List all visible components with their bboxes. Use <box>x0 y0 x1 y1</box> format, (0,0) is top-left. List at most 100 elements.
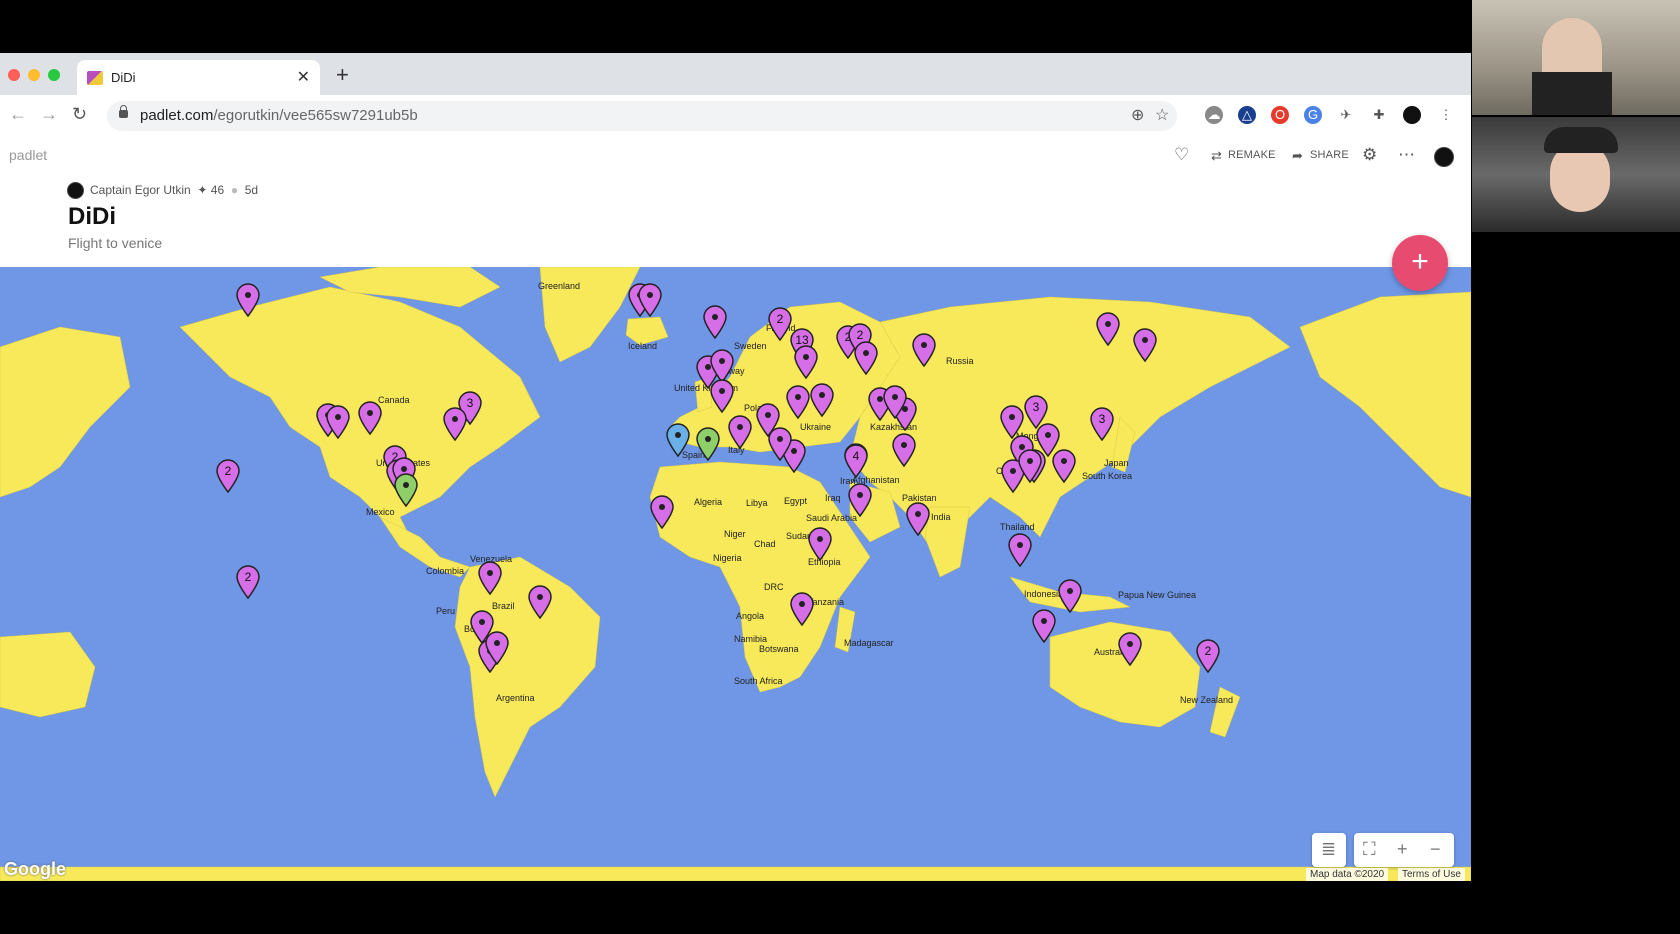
google-logo: Google <box>4 859 66 879</box>
map-label-drc: DRC <box>764 582 784 592</box>
video-participant-1 <box>1472 0 1680 115</box>
browser-menu-icon[interactable]: ⋮ <box>1437 106 1455 124</box>
map-pin-icon <box>478 561 502 595</box>
pin-count: 2 <box>856 328 864 342</box>
extensions-puzzle-icon[interactable]: ✚ <box>1370 106 1388 124</box>
tab-didi[interactable]: DiDi ✕ <box>77 60 320 95</box>
map-label-russia: Russia <box>946 356 974 366</box>
map-pin[interactable] <box>1132 328 1158 362</box>
map-label-chad: Chad <box>754 539 776 549</box>
more-icon[interactable]: ⋯ <box>1398 145 1415 165</box>
tab-close-icon[interactable]: ✕ <box>297 67 310 87</box>
zoom-out-icon[interactable]: − <box>1430 839 1441 860</box>
map-pin[interactable] <box>527 585 553 619</box>
url-input[interactable]: padlet.com/egorutkin/vee565sw7291ub5b ⊕ … <box>107 101 1177 131</box>
heart-icon[interactable]: ♡ <box>1174 145 1189 165</box>
land-antarctica <box>0 866 1471 881</box>
map-pin-green[interactable] <box>393 473 419 507</box>
map-label-sweden: Sweden <box>734 341 767 351</box>
video-participant-2 <box>1472 117 1680 232</box>
map-pin[interactable] <box>789 592 815 626</box>
map-pin[interactable]: 2 <box>215 459 241 493</box>
map-pin-green[interactable] <box>695 427 721 461</box>
extension-triangle-icon[interactable]: △ <box>1238 106 1256 124</box>
map-pin[interactable] <box>853 341 879 375</box>
url-text: padlet.com/egorutkin/vee565sw7291ub5b <box>140 107 418 124</box>
bookmark-star-icon[interactable]: ☆ <box>1155 105 1169 125</box>
map-pin-icon <box>710 349 734 383</box>
map-pin[interactable] <box>807 527 833 561</box>
gear-icon[interactable]: ⚙ <box>1362 145 1377 165</box>
map-pin[interactable] <box>911 333 937 367</box>
map-pin[interactable] <box>442 407 468 441</box>
padlet-logo[interactable]: padlet <box>9 147 47 163</box>
map-pin[interactable] <box>357 401 383 435</box>
map-pin[interactable] <box>1057 579 1083 613</box>
extension-translate-icon[interactable]: G <box>1304 106 1322 124</box>
author-info: Captain Egor Utkin ✦ 46 ● 5d <box>90 183 258 197</box>
close-window-button[interactable] <box>8 69 20 81</box>
map-pin[interactable] <box>905 502 931 536</box>
remake-button[interactable]: REMAKE <box>1228 149 1276 161</box>
extension-bird-icon[interactable]: ✈ <box>1337 106 1355 124</box>
terms-link[interactable]: Terms of Use <box>1398 868 1465 881</box>
map-pin[interactable]: 3 <box>1089 407 1115 441</box>
map-pin-icon <box>528 585 552 619</box>
new-tab-button[interactable]: + <box>336 62 349 88</box>
map-pin[interactable] <box>637 283 663 317</box>
map-pin[interactable] <box>649 495 675 529</box>
extension-opera-icon[interactable]: O <box>1271 106 1289 124</box>
map-pin[interactable] <box>709 349 735 383</box>
map-pin[interactable] <box>1051 449 1077 483</box>
map-pin[interactable] <box>235 283 261 317</box>
world-map[interactable]: GreenlandCanadaUnited StatesMexicoVenezu… <box>0 267 1471 881</box>
extension-cloud-icon[interactable]: ☁ <box>1205 106 1223 124</box>
map-pin-icon <box>443 407 467 441</box>
map-pin[interactable] <box>999 405 1025 439</box>
profile-avatar[interactable] <box>1403 106 1421 124</box>
pin-count: 3 <box>1098 412 1106 426</box>
map-pin[interactable]: 2 <box>1195 639 1221 673</box>
map-pin[interactable] <box>702 305 728 339</box>
map-pin[interactable] <box>1007 533 1033 567</box>
add-post-button[interactable]: + <box>1392 235 1448 291</box>
map-pin[interactable] <box>709 379 735 413</box>
map-pin-icon <box>1018 449 1042 483</box>
map-pin[interactable] <box>767 427 793 461</box>
map-pin[interactable] <box>793 345 819 379</box>
map-pin[interactable] <box>809 383 835 417</box>
share-button[interactable]: SHARE <box>1310 149 1349 161</box>
map-pin-icon <box>786 385 810 419</box>
map-label-colombia: Colombia <box>426 566 465 576</box>
map-pin[interactable] <box>1117 632 1143 666</box>
padlet-title: DiDi <box>68 203 116 230</box>
map-pin[interactable] <box>847 483 873 517</box>
user-avatar[interactable] <box>1434 147 1454 167</box>
map-pin[interactable] <box>1095 312 1121 346</box>
map-pin[interactable] <box>1031 609 1057 643</box>
map-list-button[interactable]: ≣ <box>1312 833 1346 867</box>
map-pin[interactable] <box>1017 449 1043 483</box>
map-pin[interactable] <box>477 561 503 595</box>
map-pin-blue[interactable] <box>665 423 691 457</box>
map-pin[interactable] <box>882 385 908 419</box>
add-icon[interactable]: ⊕ <box>1131 105 1144 125</box>
author-name[interactable]: Captain Egor Utkin <box>90 183 191 197</box>
maximize-window-button[interactable] <box>48 69 60 81</box>
map-pin[interactable] <box>891 433 917 467</box>
map-pin[interactable]: 2 <box>235 565 261 599</box>
fullscreen-icon[interactable]: ⛶ <box>1363 839 1376 860</box>
map-pin[interactable] <box>484 631 510 665</box>
back-icon[interactable]: ← <box>9 104 27 125</box>
map-pin[interactable] <box>325 405 351 439</box>
forward-icon[interactable]: → <box>40 104 58 125</box>
map-pin[interactable] <box>727 415 753 449</box>
zoom-in-icon[interactable]: + <box>1397 839 1408 860</box>
minimize-window-button[interactable] <box>28 69 40 81</box>
map-pin[interactable] <box>785 385 811 419</box>
map-pin-icon <box>666 423 690 457</box>
map-pin-icon <box>1096 312 1120 346</box>
reload-icon[interactable]: ↻ <box>72 104 87 125</box>
captain-hat <box>1544 127 1618 153</box>
map-pin[interactable]: 4 <box>843 444 869 478</box>
